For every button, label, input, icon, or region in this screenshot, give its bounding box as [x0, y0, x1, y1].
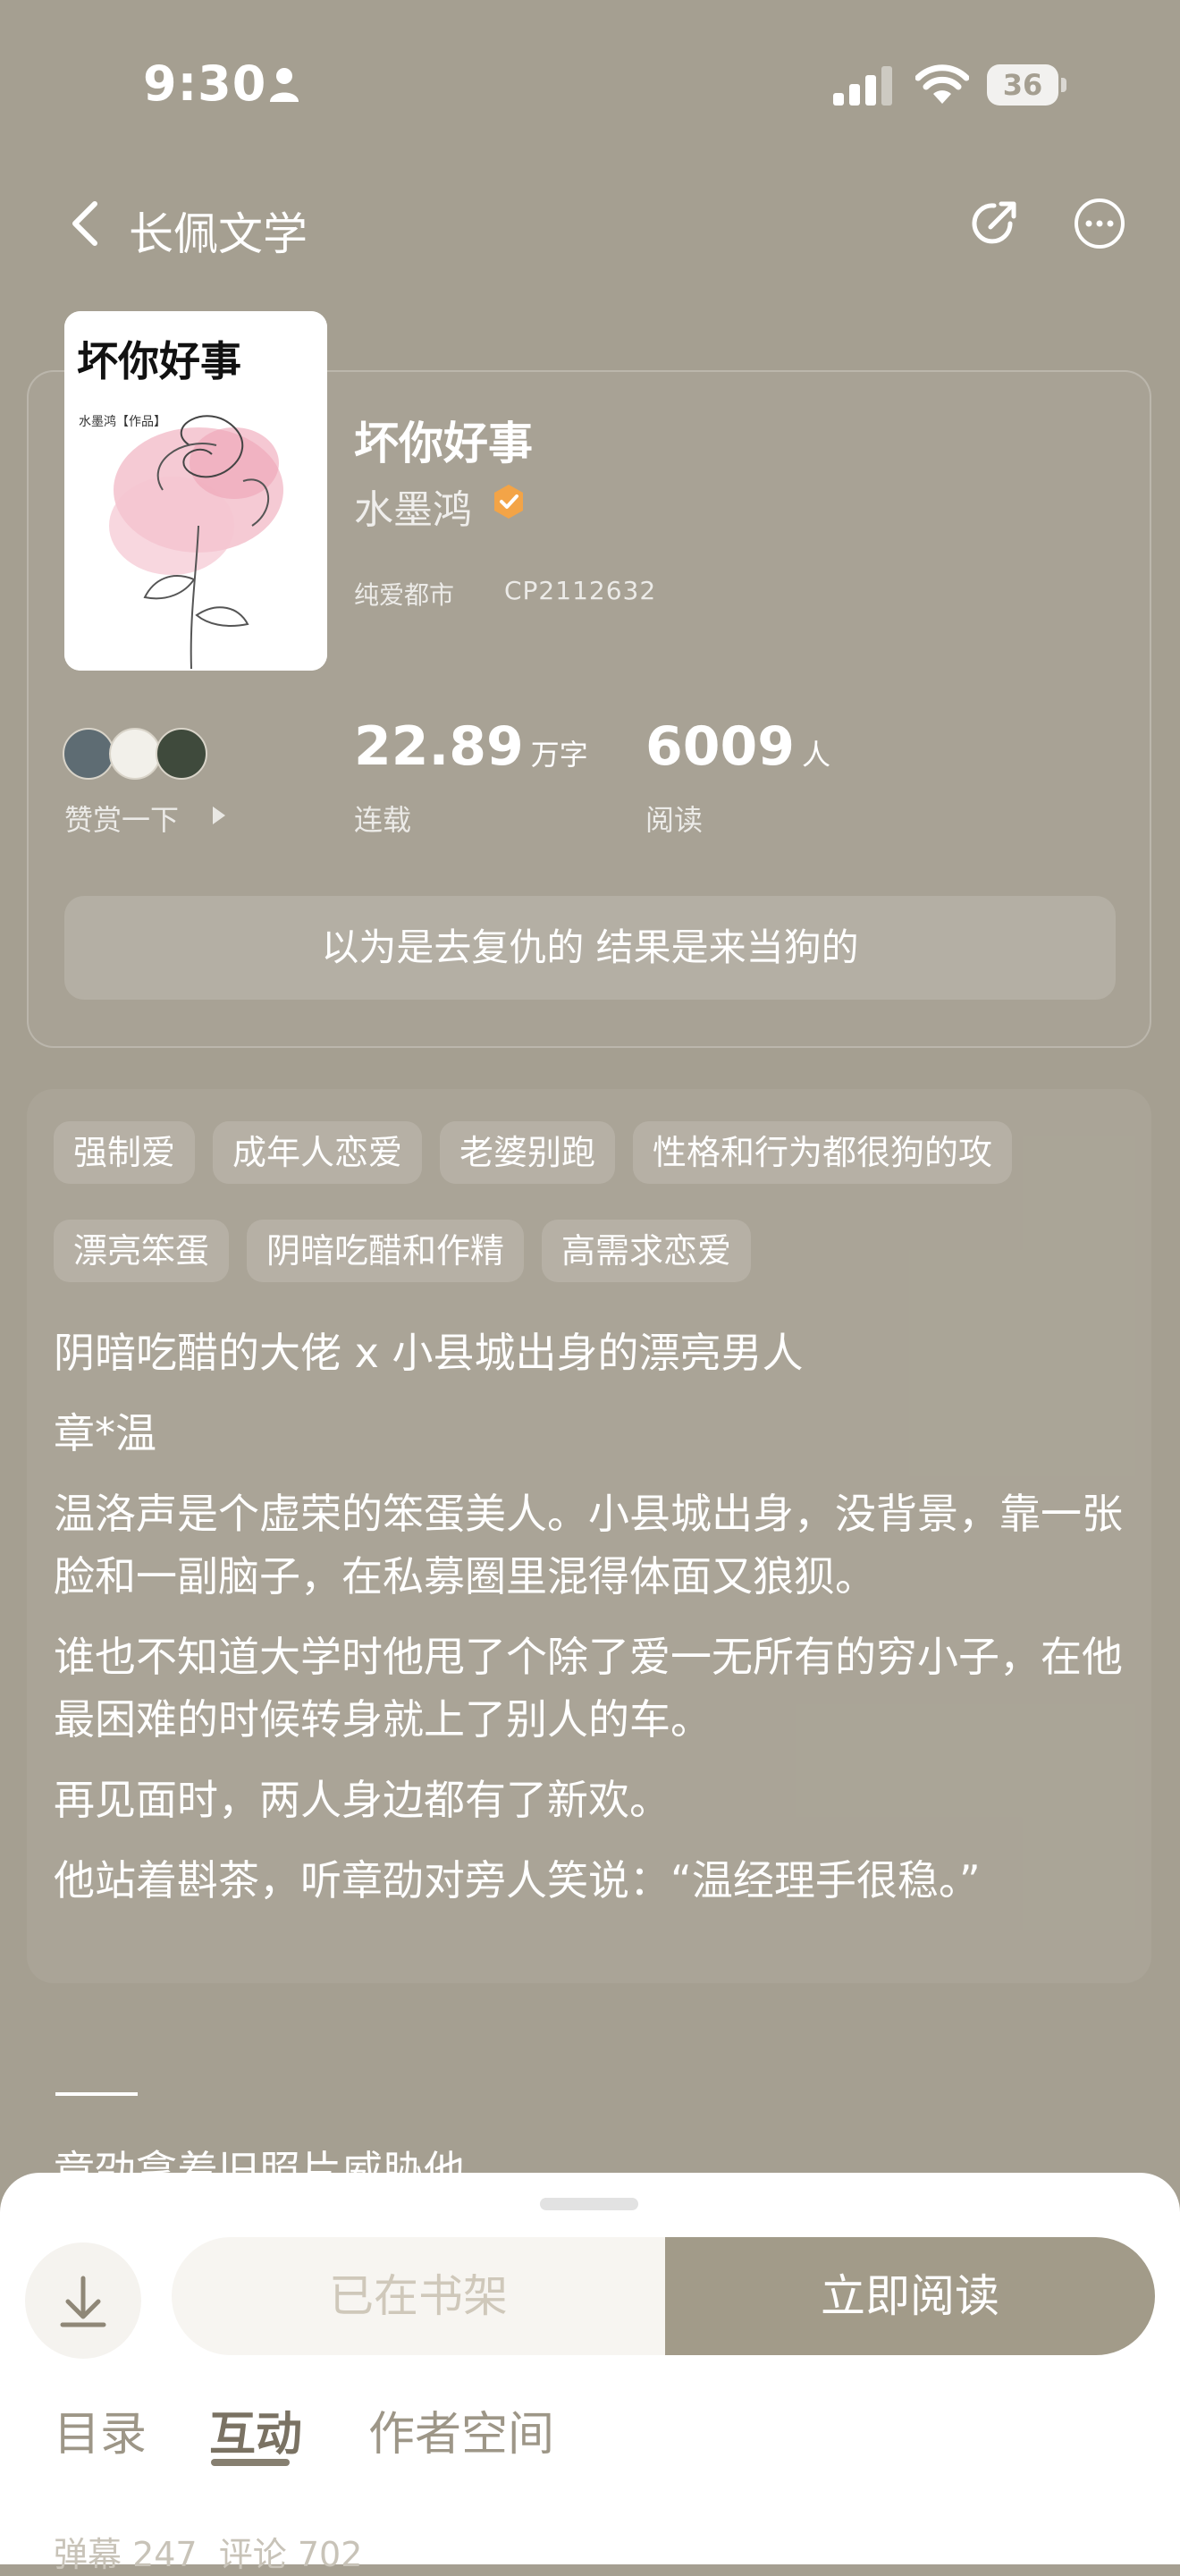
bottom-sheet [0, 2173, 1180, 2564]
book-id: CP2112632 [504, 576, 657, 605]
synopsis-paragraph: 谁也不知道大学时他甩了个除了爱一无所有的穷小子，在他最困难的时候转身就上了别人的… [54, 1633, 1123, 1744]
avatar [109, 728, 161, 780]
danmu-count[interactable]: 弹幕 247 [54, 2535, 198, 2574]
synopsis-text: 阴暗吃醋的大佬 x 小县城出身的漂亮男人 章*温 温洛声是个虚荣的笨蛋美人。小县… [54, 1322, 1126, 1930]
tip-button-label[interactable]: 赞赏一下 [64, 798, 179, 839]
download-icon [60, 2276, 106, 2327]
play-arrow-icon [213, 807, 225, 824]
cover-title-text: 坏你好事 [77, 337, 241, 385]
wifi-icon [915, 64, 969, 104]
read-now-button[interactable]: 立即阅读 [665, 2237, 1155, 2355]
word-count-stat: 22.89 万字 [354, 715, 588, 778]
tag-chip[interactable]: 性格和行为都很狗的攻 [633, 1121, 1013, 1184]
tab-interaction[interactable]: 互动 [209, 2396, 302, 2463]
synopsis-paragraph: 温洛声是个虚荣的笨蛋美人。小县城出身，没背景，靠一张脸和一副脑子，在私募圈里混得… [54, 1490, 1123, 1600]
serial-status-label: 连载 [354, 803, 412, 837]
slogan-text: 以为是去复仇的 结果是来当狗的 [321, 925, 859, 969]
reader-count-stat: 6009 人 [645, 715, 830, 778]
word-count-value: 22.89 [354, 715, 524, 778]
tag-chip[interactable]: 阴暗吃醋和作精 [247, 1220, 525, 1282]
synopsis-divider [55, 2092, 138, 2096]
comment-count[interactable]: 评论 702 [219, 2535, 363, 2574]
avatar [156, 728, 207, 780]
slogan-banner: 以为是去复仇的 结果是来当狗的 [64, 896, 1116, 1000]
reader-count-unit: 人 [802, 738, 831, 772]
tag-chip[interactable]: 老婆别跑 [440, 1121, 616, 1184]
synopsis-paragraph: 章*温 [54, 1409, 156, 1457]
status-time: 9:30 [143, 55, 267, 112]
author-name[interactable]: 水墨鸿 [354, 477, 472, 535]
book-title: 坏你好事 [354, 418, 533, 469]
avatar [63, 728, 114, 780]
active-tab-indicator [211, 2459, 290, 2466]
word-count-unit: 万字 [530, 738, 588, 772]
supporter-avatars[interactable] [63, 728, 215, 783]
cover-author-text: 水墨鸿【作品】 [79, 414, 166, 429]
nav-title: 长佩文学 [129, 208, 308, 260]
tag-chip[interactable]: 成年人恋爱 [213, 1121, 423, 1184]
book-genre: 纯爱都市 [354, 580, 455, 610]
share-icon[interactable] [967, 197, 1021, 250]
synopsis-paragraph: 他站着斟茶，听章劭对旁人笑说：“温经理手很稳。” [54, 1856, 981, 1905]
read-label: 阅读 [645, 803, 704, 837]
cover-illustration: 坏你好事 水墨鸿【作品】 [64, 311, 327, 671]
tag-list: 强制爱 成年人恋爱 老婆别跑 性格和行为都很狗的攻漂亮笨蛋 阴暗吃醋和作精 高需求恋爱 [54, 1121, 1126, 1318]
back-chevron-icon[interactable] [68, 198, 104, 249]
synopsis-paragraph: 再见面时，两人身边都有了新欢。 [54, 1776, 670, 1824]
tab-author-space[interactable]: 作者空间 [368, 2396, 554, 2463]
tag-chip[interactable]: 强制爱 [54, 1121, 196, 1184]
book-cover[interactable]: 坏你好事 水墨鸿【作品】 [64, 311, 327, 671]
download-button[interactable] [25, 2242, 141, 2359]
tag-chip[interactable]: 漂亮笨蛋 [54, 1220, 230, 1282]
more-options-icon[interactable] [1073, 197, 1126, 250]
battery-icon: 36 [987, 64, 1067, 106]
cellular-signal-icon [833, 66, 892, 106]
person-icon [270, 68, 299, 102]
in-bookshelf-button[interactable]: 已在书架 [172, 2237, 665, 2355]
synopsis-paragraph: 阴暗吃醋的大佬 x 小县城出身的漂亮男人 [54, 1329, 804, 1377]
sheet-drag-handle[interactable] [540, 2198, 638, 2210]
tab-catalog[interactable]: 目录 [54, 2396, 147, 2463]
verified-badge-icon [494, 485, 523, 519]
battery-level: 36 [1002, 68, 1043, 102]
reader-count-value: 6009 [645, 715, 795, 778]
interaction-counts: 弹幕 247 评论 702 [54, 2527, 362, 2576]
tag-chip[interactable]: 高需求恋爱 [542, 1220, 752, 1282]
